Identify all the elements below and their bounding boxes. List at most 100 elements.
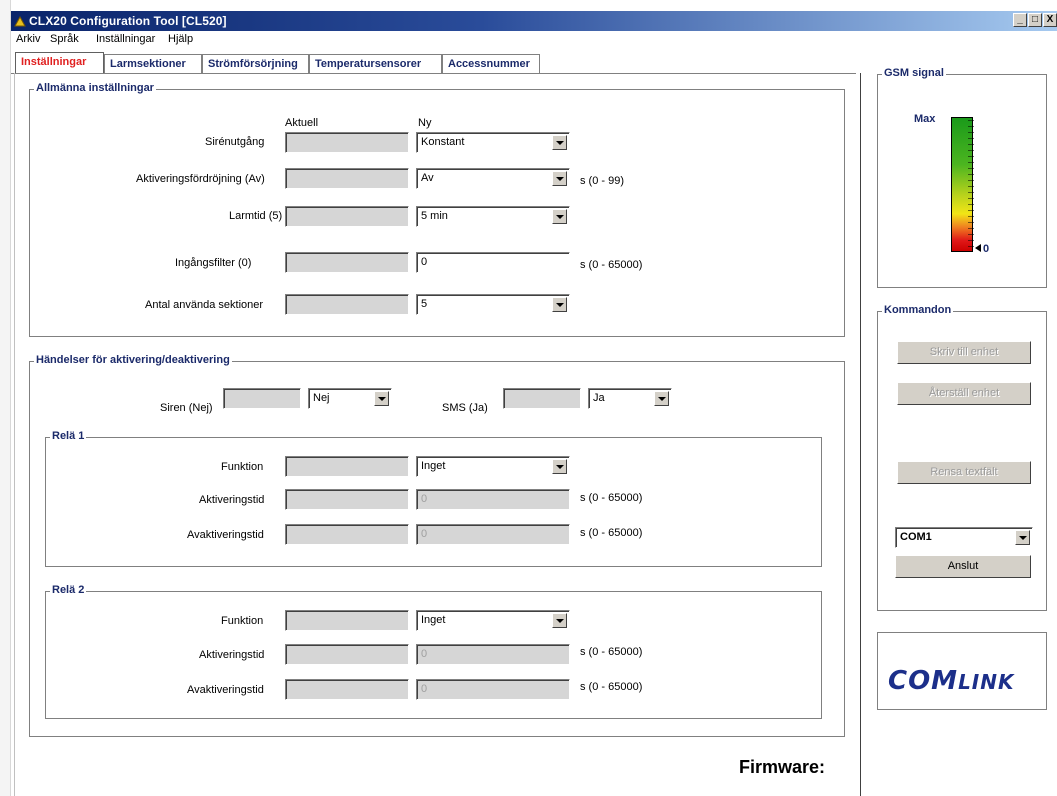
sms-event-current [503, 388, 581, 409]
window-title: CLX20 Configuration Tool [CL520] [29, 14, 227, 28]
relay1-function-label: Funktion [221, 461, 264, 473]
panel-divider [860, 73, 861, 796]
siren-output-label: Sirénutgång [205, 136, 265, 148]
relay2-deactivation-value: 0 [421, 683, 428, 695]
relay1-function-select[interactable]: Inget [416, 456, 570, 477]
commands-title: Kommandon [882, 304, 954, 316]
menu-hjalp[interactable]: Hjälp [168, 33, 193, 45]
tab-body-left-border [14, 73, 15, 796]
logo-link: LINK [958, 670, 1015, 694]
alarm-time-current [285, 206, 409, 227]
relay1-deactivation-unit: s (0 - 65000) [580, 527, 643, 539]
minimize-button[interactable]: _ [1013, 13, 1027, 27]
activation-delay-value: Av [421, 172, 434, 184]
relay2-function-value: Inget [421, 614, 446, 626]
relay2-function-current [285, 610, 409, 631]
activation-delay-label: Aktiveringsfördröjning (Av) [136, 173, 265, 185]
chevron-down-icon[interactable] [654, 391, 669, 406]
comlink-logo: COMLINK [888, 666, 1014, 696]
column-current-header: Aktuell [285, 117, 319, 129]
input-filter-field[interactable]: 0 [416, 252, 570, 273]
relay1-activation-value: 0 [421, 493, 428, 505]
clear-fields-button[interactable]: Rensa textfält [897, 461, 1031, 484]
close-button[interactable]: X [1043, 13, 1057, 27]
write-to-device-button[interactable]: Skriv till enhet [897, 341, 1031, 364]
maximize-button[interactable]: □ [1028, 13, 1042, 27]
chevron-down-icon[interactable] [374, 391, 389, 406]
chevron-down-icon[interactable] [552, 135, 567, 150]
relay2-activation-unit: s (0 - 65000) [580, 646, 643, 658]
relay2-function-select[interactable]: Inget [416, 610, 570, 631]
relay1-deactivation-current [285, 524, 409, 545]
relay2-deactivation-field[interactable]: 0 [416, 679, 570, 700]
title-bar[interactable]: CLX20 Configuration Tool [CL520] _ □ X [11, 11, 1057, 31]
relay2-deactivation-label: Avaktiveringstid [187, 684, 264, 696]
logo-com: COM [888, 666, 959, 696]
relay1-deactivation-field[interactable]: 0 [416, 524, 570, 545]
activation-delay-unit: s (0 - 99) [580, 175, 625, 187]
siren-output-value: Konstant [421, 136, 465, 148]
sms-event-value: Ja [593, 392, 605, 404]
sections-used-label: Antal använda sektioner [145, 299, 264, 311]
chevron-down-icon[interactable] [552, 459, 567, 474]
com-port-value: COM1 [900, 531, 932, 543]
connect-button[interactable]: Anslut [895, 555, 1031, 578]
relay2-deactivation-unit: s (0 - 65000) [580, 681, 643, 693]
tab-larmsektioner[interactable]: Larmsektioner [104, 54, 202, 73]
relay1-deactivation-value: 0 [421, 528, 428, 540]
gsm-max-label: Max [914, 113, 936, 125]
chevron-down-icon[interactable] [1015, 530, 1030, 545]
relay1-activation-label: Aktiveringstid [199, 494, 265, 506]
siren-event-current [223, 388, 301, 409]
tab-temperatursensorer[interactable]: Temperatursensorer [309, 54, 442, 73]
sms-event-select[interactable]: Ja [588, 388, 672, 409]
siren-output-select[interactable]: Konstant [416, 132, 570, 153]
activation-delay-select[interactable]: Av [416, 168, 570, 189]
menu-bar: Arkiv Språk Inställningar Hjälp [11, 31, 1057, 48]
siren-event-value: Nej [313, 392, 330, 404]
chevron-down-icon[interactable] [552, 209, 567, 224]
menu-arkiv[interactable]: Arkiv [16, 33, 40, 45]
tab-installningar[interactable]: Inställningar [15, 52, 104, 74]
relay1-activation-current [285, 489, 409, 510]
column-new-header: Ny [418, 117, 432, 129]
gsm-signal-title: GSM signal [882, 67, 946, 79]
alarm-time-select[interactable]: 5 min [416, 206, 570, 227]
events-title: Händelser för aktivering/deaktivering [34, 354, 232, 366]
siren-event-label: Siren (Nej) [160, 402, 213, 414]
sections-used-select[interactable]: 5 [416, 294, 570, 315]
relay2-function-label: Funktion [221, 615, 264, 627]
com-port-select[interactable]: COM1 [895, 527, 1033, 548]
siren-output-current [285, 132, 409, 153]
relay1-function-current [285, 456, 409, 477]
sms-event-label: SMS (Ja) [442, 402, 488, 414]
sections-used-value: 5 [421, 298, 428, 310]
sections-used-current [285, 294, 409, 315]
chevron-down-icon[interactable] [552, 297, 567, 312]
tab-body-border [11, 73, 856, 74]
input-filter-current [285, 252, 409, 273]
gsm-meter-ticks [968, 120, 974, 250]
gsm-level-pointer-icon [975, 244, 981, 252]
app-icon [14, 15, 26, 27]
relay2-title: Relä 2 [50, 584, 87, 596]
comlink-logo-box: COMLINK [877, 632, 1047, 710]
menu-installningar[interactable]: Inställningar [96, 33, 155, 45]
chevron-down-icon[interactable] [552, 613, 567, 628]
relay1-function-value: Inget [421, 460, 446, 472]
alarm-time-label: Larmtid (5) [229, 210, 283, 222]
activation-delay-current [285, 168, 409, 189]
alarm-time-value: 5 min [421, 210, 448, 222]
chevron-down-icon[interactable] [552, 171, 567, 186]
relay2-activation-field[interactable]: 0 [416, 644, 570, 665]
reset-device-button[interactable]: Återställ enhet [897, 382, 1031, 405]
relay2-activation-label: Aktiveringstid [199, 649, 265, 661]
relay1-deactivation-label: Avaktiveringstid [187, 529, 264, 541]
siren-event-select[interactable]: Nej [308, 388, 392, 409]
input-filter-unit: s (0 - 65000) [580, 259, 643, 271]
tab-accessnummer[interactable]: Accessnummer [442, 54, 540, 73]
relay1-activation-field[interactable]: 0 [416, 489, 570, 510]
menu-sprak[interactable]: Språk [50, 33, 79, 45]
input-filter-label: Ingångsfilter (0) [175, 257, 252, 269]
tab-stromforsorjning[interactable]: Strömförsörjning [202, 54, 309, 73]
